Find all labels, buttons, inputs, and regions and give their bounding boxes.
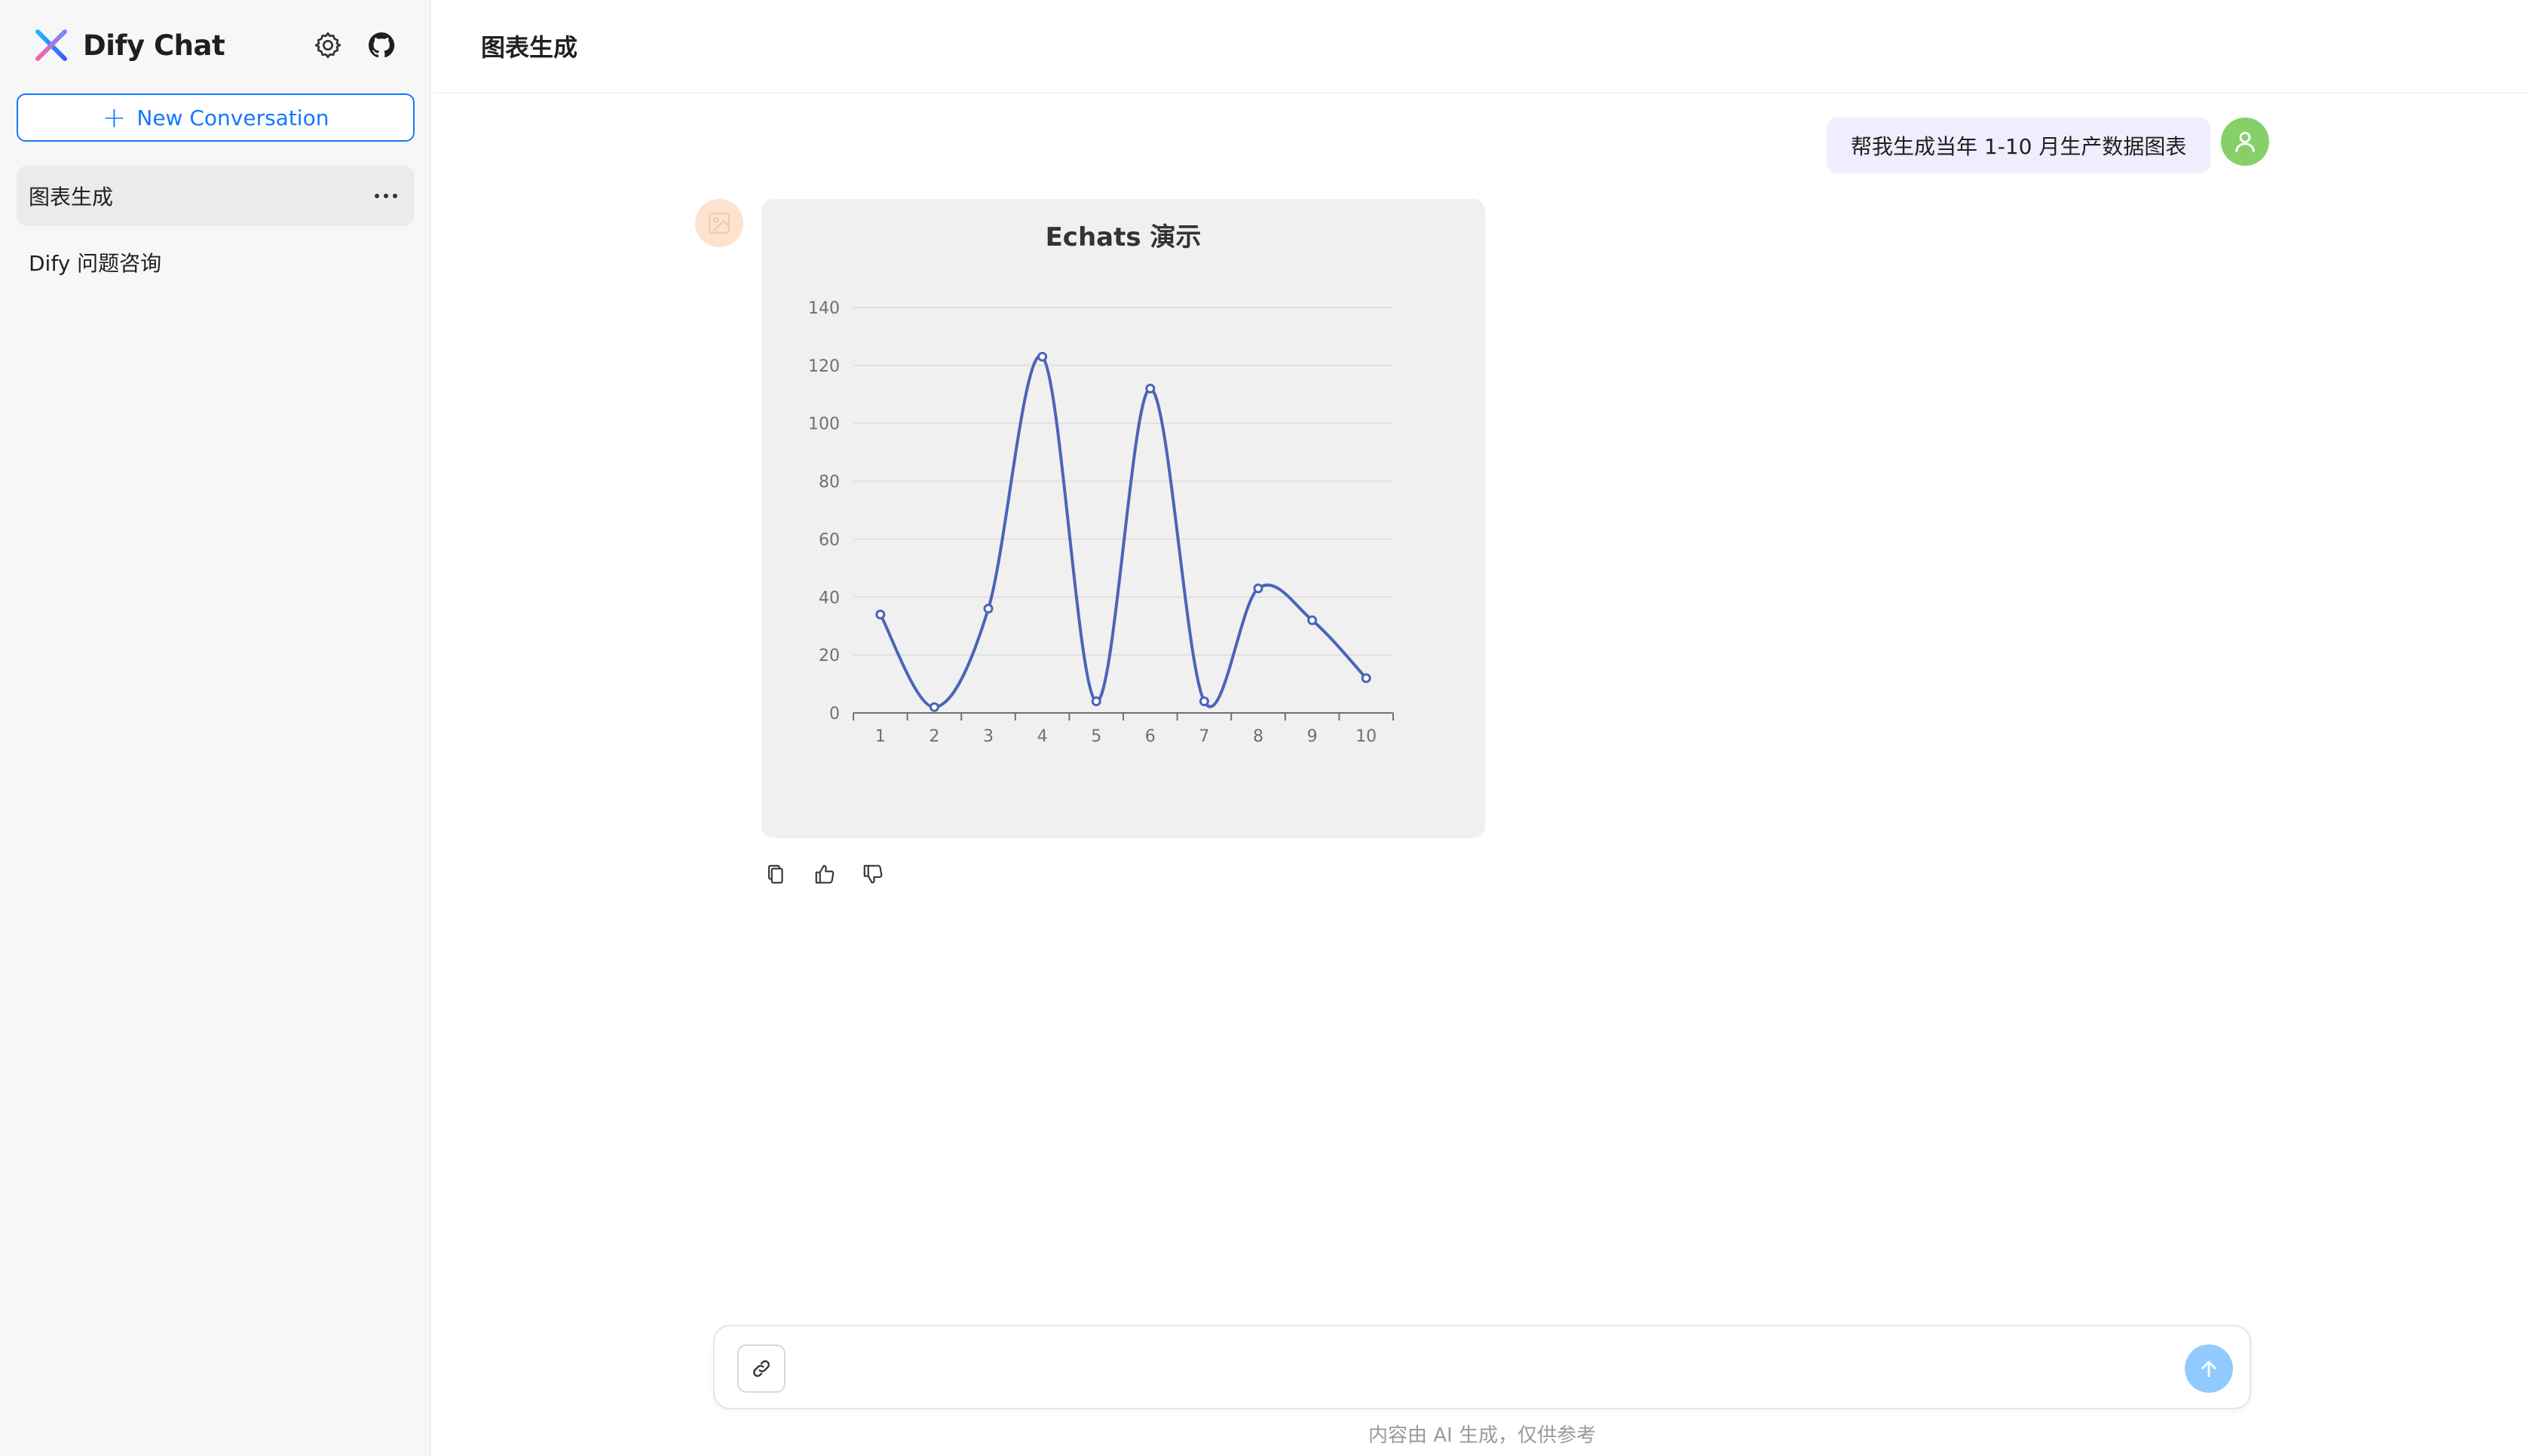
thumbs-down-icon bbox=[863, 864, 883, 884]
gear-icon bbox=[314, 32, 342, 59]
x-tick-label: 6 bbox=[1145, 727, 1156, 746]
conversation-label: 图表生成 bbox=[29, 185, 114, 210]
chart-title: Echats 演示 bbox=[1046, 222, 1202, 252]
dify-logo-icon bbox=[35, 29, 67, 61]
x-tick-label: 10 bbox=[1355, 727, 1377, 746]
x-tick-label: 4 bbox=[1037, 727, 1048, 746]
new-conversation-button[interactable]: + New Conversation bbox=[17, 93, 415, 142]
data-point bbox=[1199, 696, 1209, 707]
brand-name: Dify Chat bbox=[83, 29, 225, 62]
user-message-text: 帮我生成当年 1-10 月生产数据图表 bbox=[1851, 134, 2187, 159]
conversation-item[interactable]: Dify 问题咨询 bbox=[17, 232, 415, 292]
y-tick-label: 100 bbox=[808, 415, 840, 434]
like-button[interactable] bbox=[810, 859, 840, 889]
attach-button[interactable] bbox=[737, 1344, 786, 1393]
user-icon bbox=[2235, 131, 2255, 153]
dislike-button[interactable] bbox=[858, 859, 888, 889]
x-tick-label: 1 bbox=[875, 727, 886, 746]
settings-button[interactable] bbox=[311, 29, 345, 62]
x-tick-label: 5 bbox=[1091, 727, 1101, 746]
main-header: 图表生成 bbox=[433, 0, 2530, 93]
chart-card: Echats 演示 0 20 40 60 80 100 120 140 1 2 3 4 5 6 7 8 9 10 bbox=[761, 199, 1485, 838]
data-point bbox=[1037, 351, 1048, 362]
arrow-up-icon bbox=[2201, 1360, 2216, 1378]
brand: Dify Chat bbox=[33, 26, 225, 65]
plus-icon: + bbox=[102, 101, 127, 134]
data-point bbox=[1145, 384, 1156, 394]
data-point bbox=[983, 604, 994, 614]
copy-icon bbox=[767, 864, 783, 884]
y-tick-label: 20 bbox=[819, 647, 840, 665]
github-icon bbox=[369, 32, 395, 58]
message-input[interactable] bbox=[805, 1341, 2132, 1394]
user-message-bubble: 帮我生成当年 1-10 月生产数据图表 bbox=[1827, 118, 2211, 173]
ai-disclaimer: 内容由 AI 生成，仅供参考 bbox=[1368, 1424, 1596, 1447]
x-tick-label: 3 bbox=[983, 727, 994, 746]
data-point bbox=[875, 609, 886, 619]
more-dots-icon bbox=[375, 194, 397, 198]
assistant-avatar bbox=[695, 199, 743, 247]
message-composer bbox=[713, 1325, 2251, 1409]
send-button[interactable] bbox=[2185, 1344, 2233, 1393]
y-tick-label: 140 bbox=[808, 299, 840, 318]
page-title: 图表生成 bbox=[481, 33, 578, 62]
copy-button[interactable] bbox=[761, 859, 792, 889]
conversation-item-active[interactable]: 图表生成 bbox=[17, 166, 415, 226]
conversation-label: Dify 问题咨询 bbox=[29, 251, 162, 276]
link-icon bbox=[753, 1360, 770, 1377]
github-button[interactable] bbox=[365, 29, 398, 62]
y-tick-label: 80 bbox=[819, 473, 840, 492]
x-tick-label: 9 bbox=[1307, 727, 1318, 746]
message-actions bbox=[761, 859, 906, 889]
x-tick-label: 8 bbox=[1253, 727, 1263, 746]
image-icon bbox=[709, 213, 730, 234]
thumbs-up-icon bbox=[815, 864, 835, 884]
y-tick-label: 120 bbox=[808, 357, 840, 376]
line-chart: Echats 演示 0 20 40 60 80 100 120 140 1 2 3 4 5 6 7 8 9 10 bbox=[808, 222, 1394, 746]
x-tick-label: 7 bbox=[1199, 727, 1209, 746]
y-tick-label: 0 bbox=[829, 705, 840, 723]
user-avatar bbox=[2221, 118, 2269, 166]
x-tick-label: 2 bbox=[929, 727, 939, 746]
sidebar: Dify Chat + New Conversation 图表生成 Dify 问… bbox=[0, 0, 431, 1456]
data-point bbox=[1307, 615, 1318, 626]
data-point bbox=[929, 702, 939, 712]
conversation-more-button[interactable] bbox=[371, 181, 401, 211]
new-conversation-label: New Conversation bbox=[136, 105, 329, 130]
data-point bbox=[1253, 583, 1263, 594]
data-point bbox=[1361, 673, 1371, 684]
data-point bbox=[1091, 696, 1101, 707]
y-tick-label: 40 bbox=[819, 589, 840, 607]
y-tick-label: 60 bbox=[819, 531, 840, 549]
